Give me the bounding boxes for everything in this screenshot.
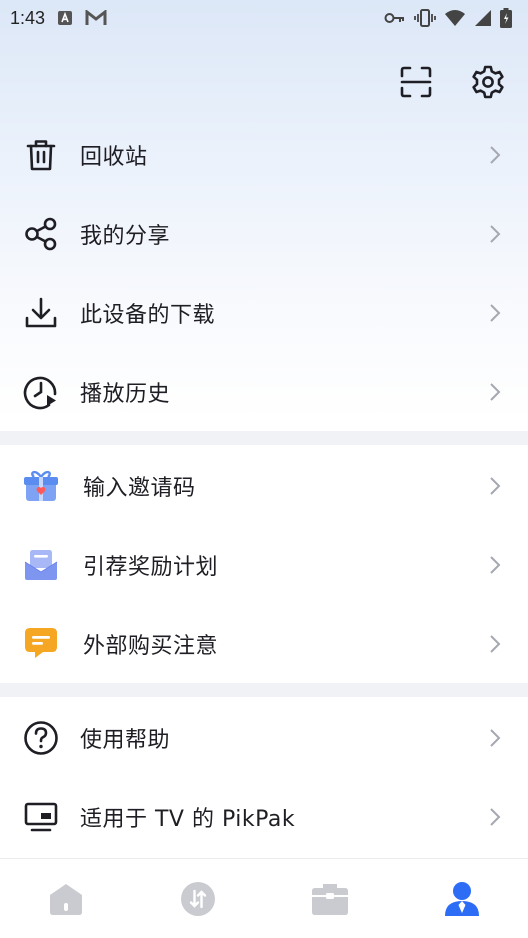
transfer-icon — [180, 881, 216, 917]
menu-item-label: 播放历史 — [80, 381, 171, 407]
tab-profile[interactable] — [432, 869, 492, 929]
home-icon — [48, 882, 84, 916]
status-bar: 1:43 — [0, 0, 528, 36]
menu-item-label: 此设备的下载 — [80, 302, 216, 328]
menu-section-2: 输入邀请码 引荐奖励计划 外部购买注意 — [0, 446, 528, 683]
section-divider — [0, 431, 528, 445]
menu-item-external-purchase-notice[interactable]: 外部购买注意 — [0, 604, 528, 683]
menu-item-label: 回收站 — [80, 144, 148, 170]
trash-icon — [22, 136, 60, 174]
signal-icon — [474, 9, 492, 27]
chevron-right-icon — [488, 555, 502, 575]
chevron-right-icon — [488, 634, 502, 654]
help-icon — [22, 719, 60, 757]
battery-icon — [500, 8, 512, 28]
wifi-icon — [444, 9, 466, 27]
chevron-right-icon — [488, 476, 502, 496]
menu-item-label: 输入邀请码 — [83, 475, 196, 501]
profile-icon — [443, 880, 481, 918]
key-icon — [384, 11, 406, 25]
settings-icon[interactable] — [468, 62, 508, 102]
tab-transfer[interactable] — [168, 869, 228, 929]
chevron-right-icon — [488, 224, 502, 244]
gmail-icon — [85, 10, 107, 26]
gift-icon — [22, 467, 60, 505]
menu-item-label: 外部购买注意 — [83, 633, 219, 659]
menu-item-device-downloads[interactable]: 此设备的下载 — [0, 273, 528, 352]
tab-home[interactable] — [36, 869, 96, 929]
menu-section-1: 回收站 我的分享 此设备的下载 播放历史 — [0, 115, 528, 431]
tv-icon — [22, 798, 60, 836]
bottom-navigation — [0, 858, 528, 938]
download-icon — [22, 294, 60, 332]
vibrate-icon — [414, 9, 436, 27]
message-icon — [22, 625, 60, 663]
menu-section-3: 使用帮助 适用于 TV 的 PikPak — [0, 698, 528, 856]
chevron-right-icon — [488, 382, 502, 402]
menu-item-my-shares[interactable]: 我的分享 — [0, 194, 528, 273]
a-icon — [57, 10, 73, 26]
menu-item-help[interactable]: 使用帮助 — [0, 698, 528, 777]
chevron-right-icon — [488, 807, 502, 827]
menu-item-tv-app[interactable]: 适用于 TV 的 PikPak — [0, 777, 528, 856]
share-icon — [22, 215, 60, 253]
menu-item-play-history[interactable]: 播放历史 — [0, 352, 528, 431]
menu-item-invite-code[interactable]: 输入邀请码 — [0, 446, 528, 525]
chevron-right-icon — [488, 145, 502, 165]
section-divider — [0, 683, 528, 697]
scan-icon[interactable] — [396, 62, 436, 102]
chevron-right-icon — [488, 728, 502, 748]
tab-box[interactable] — [300, 869, 360, 929]
menu-item-label: 我的分享 — [80, 223, 171, 249]
menu-item-label: 引荐奖励计划 — [83, 554, 219, 580]
menu-item-label: 使用帮助 — [80, 727, 171, 753]
box-icon — [311, 882, 349, 916]
menu-item-recycle-bin[interactable]: 回收站 — [0, 115, 528, 194]
status-time: 1:43 — [10, 7, 46, 28]
history-icon — [22, 373, 60, 411]
menu-item-referral-program[interactable]: 引荐奖励计划 — [0, 525, 528, 604]
envelope-icon — [22, 546, 60, 584]
chevron-right-icon — [488, 303, 502, 323]
menu-item-label: 适用于 TV 的 PikPak — [80, 806, 296, 832]
top-actions — [396, 62, 508, 102]
